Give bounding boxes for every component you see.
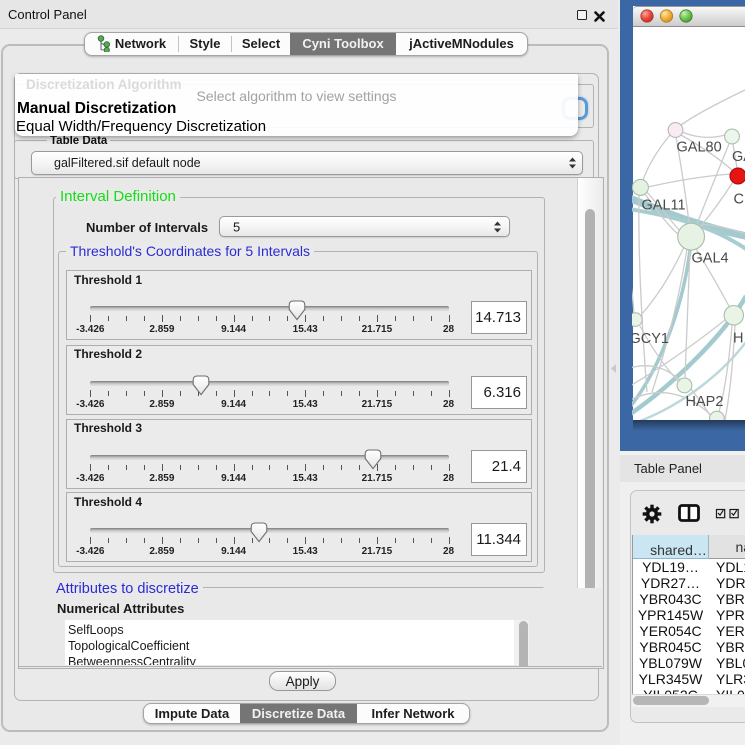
svg-text:GCY1: GCY1 bbox=[632, 331, 669, 347]
svg-text:C: C bbox=[734, 192, 744, 208]
svg-text:GAL80: GAL80 bbox=[677, 140, 722, 156]
svg-text:H: H bbox=[733, 331, 743, 347]
svg-text:HAP2: HAP2 bbox=[686, 394, 724, 410]
svg-text:GAL11: GAL11 bbox=[642, 198, 686, 214]
svg-text:GAL4: GAL4 bbox=[692, 251, 729, 267]
svg-text:GA: GA bbox=[732, 149, 745, 165]
